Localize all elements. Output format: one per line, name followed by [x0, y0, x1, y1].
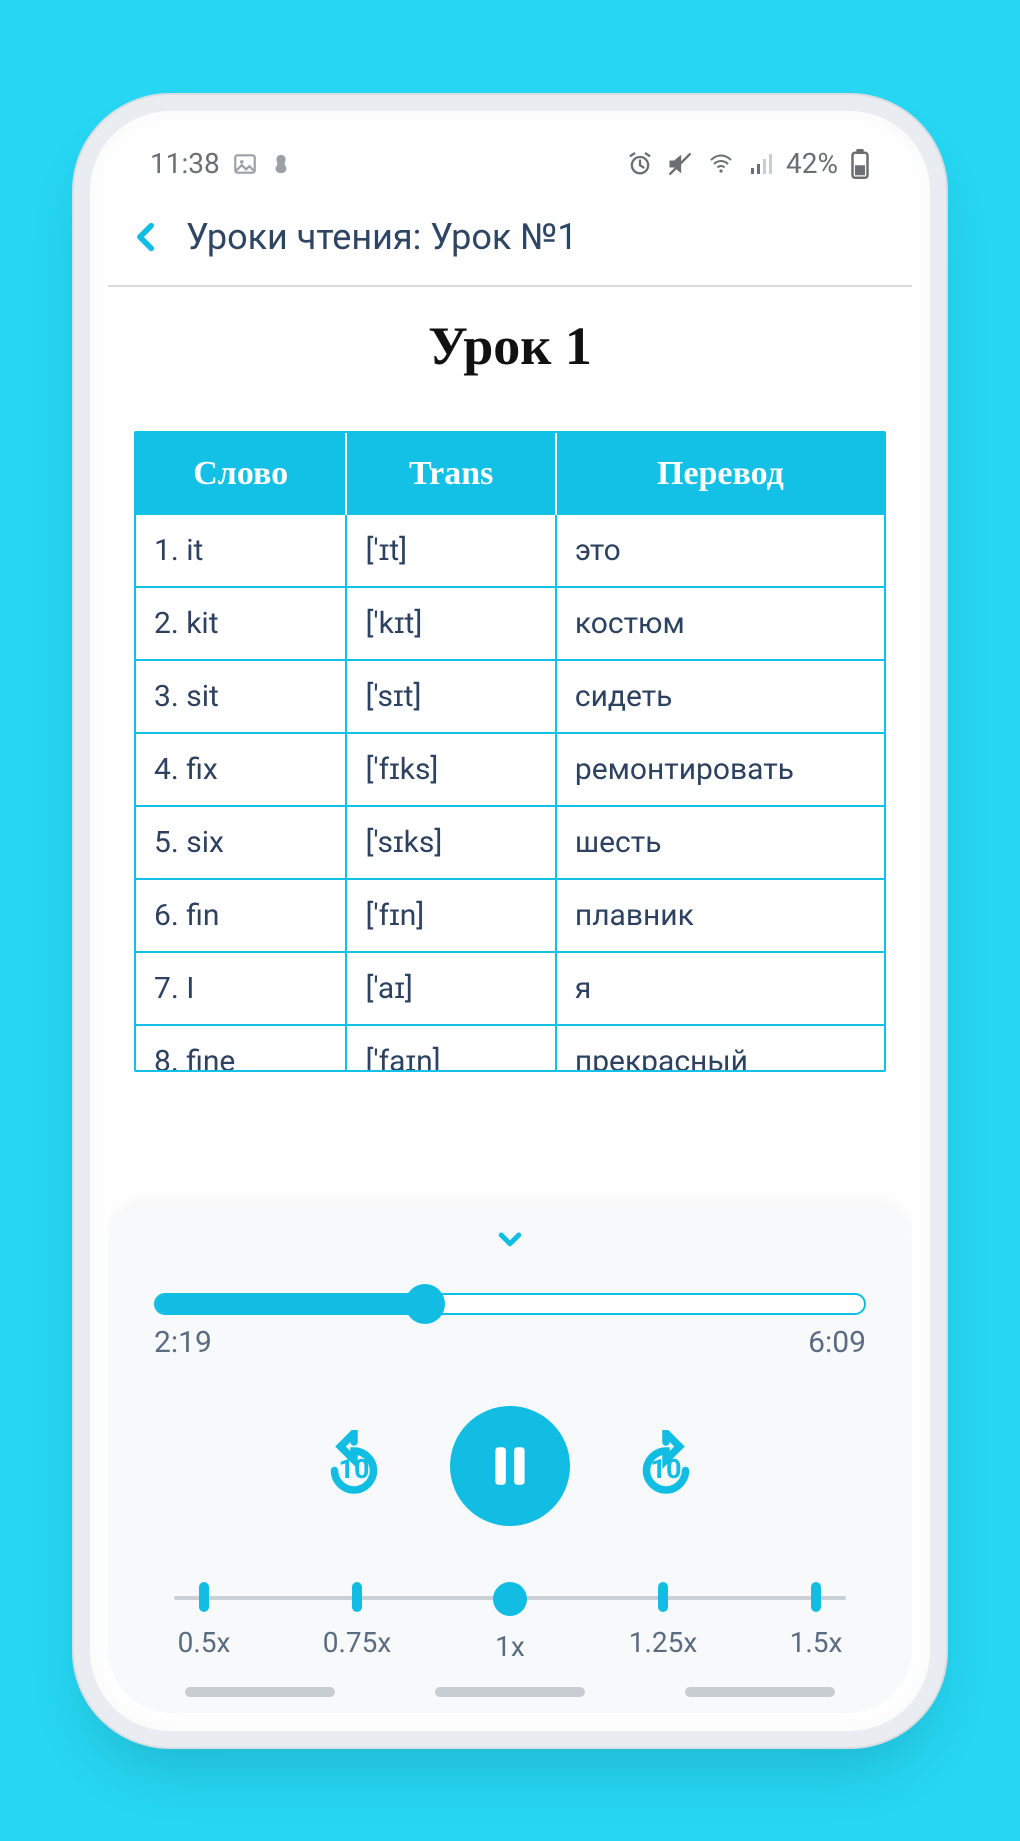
speed-label: 1x [495, 1630, 525, 1663]
cell-word: 8. fine [136, 1024, 345, 1070]
cell-word: 1. it [136, 515, 345, 586]
app-icon [270, 151, 292, 177]
alarm-icon [626, 150, 654, 178]
image-icon [232, 151, 258, 177]
app-header: Уроки чтения: Урок №1 [108, 199, 912, 287]
cell-trans: ['aɪ] [345, 951, 554, 1024]
audio-player-panel: 2:19 6:09 10 [108, 1207, 912, 1713]
cell-translation: ремонтировать [555, 732, 884, 805]
speed-tick-mark [493, 1582, 527, 1616]
cell-word: 6. fin [136, 878, 345, 951]
table-row: 2. kit['kɪt]костюм [136, 586, 884, 659]
seek-slider[interactable]: 2:19 6:09 [154, 1293, 866, 1360]
table-row: 3. sit['sɪt]сидеть [136, 659, 884, 732]
cell-trans: ['ɪt] [345, 515, 554, 586]
rewind-10-button[interactable]: 10 [318, 1430, 390, 1502]
nav-recent[interactable] [185, 1687, 335, 1697]
cell-trans: ['fɪks] [345, 732, 554, 805]
cell-trans: ['kɪt] [345, 586, 554, 659]
chevron-left-icon [130, 213, 164, 261]
table-row: 6. fin['fɪn]плавник [136, 878, 884, 951]
speed-option[interactable]: 1.5x [776, 1582, 856, 1663]
cell-trans: ['fɪn] [345, 878, 554, 951]
replay-10-icon: 10 [318, 1430, 390, 1502]
cell-translation: плавник [555, 878, 884, 951]
table-row: 1. it['ɪt]это [136, 515, 884, 586]
signal-icon [748, 152, 774, 176]
pause-icon [485, 1441, 535, 1491]
cell-trans: ['sɪks] [345, 805, 554, 878]
svg-text:10: 10 [339, 1453, 370, 1485]
speed-label: 0.5x [178, 1626, 231, 1659]
nav-home[interactable] [435, 1687, 585, 1697]
page-title: Уроки чтения: Урок №1 [186, 216, 578, 258]
cell-translation: сидеть [555, 659, 884, 732]
cell-translation: это [555, 515, 884, 586]
speed-option[interactable]: 0.75x [317, 1582, 397, 1663]
cell-translation: костюм [555, 586, 884, 659]
table-row: 5. six['sɪks]шесть [136, 805, 884, 878]
speed-tick-mark [352, 1582, 362, 1612]
speed-tick-mark [658, 1582, 668, 1612]
mute-icon [666, 150, 694, 178]
seek-track [154, 1293, 866, 1315]
cell-translation: прекрасный [555, 1024, 884, 1070]
speed-label: 1.25x [629, 1626, 697, 1659]
collapse-player-button[interactable] [154, 1225, 866, 1259]
speed-slider[interactable]: 0.5x 0.75x 1x 1.25x 1.5x [154, 1582, 866, 1663]
speed-tick-mark [811, 1582, 821, 1612]
cell-trans: ['faɪn] [345, 1024, 554, 1070]
screen: 11:38 42% Уроки чтения: Урок №1 Урок 1 [108, 129, 912, 1713]
nav-back[interactable] [685, 1687, 835, 1697]
wifi-icon [706, 152, 736, 176]
status-time: 11:38 [150, 147, 220, 180]
col-translation: Перевод [555, 433, 884, 515]
vocab-table: Слово Trans Перевод 1. it['ɪt]это2. kit[… [134, 431, 886, 1072]
content-area: Урок 1 Слово Trans Перевод 1. it['ɪt]это… [108, 287, 912, 1713]
speed-option[interactable]: 1.25x [623, 1582, 703, 1663]
speed-label: 0.75x [323, 1626, 391, 1659]
table-row: 4. fix['fɪks]ремонтировать [136, 732, 884, 805]
cell-word: 5. six [136, 805, 345, 878]
speed-tick-mark [199, 1582, 209, 1612]
speed-option[interactable]: 0.5x [164, 1582, 244, 1663]
col-word: Слово [136, 433, 345, 515]
seek-fill [156, 1295, 425, 1313]
col-trans: Trans [345, 433, 554, 515]
cell-word: 4. fix [136, 732, 345, 805]
back-button[interactable] [130, 213, 164, 261]
phone-frame: 11:38 42% Уроки чтения: Урок №1 Урок 1 [90, 111, 930, 1731]
cell-translation: я [555, 951, 884, 1024]
cell-translation: шесть [555, 805, 884, 878]
speed-option[interactable]: 1x [470, 1582, 550, 1663]
cell-word: 7. I [136, 951, 345, 1024]
player-controls: 10 10 [154, 1406, 866, 1526]
forward-10-icon: 10 [630, 1430, 702, 1502]
cell-word: 3. sit [136, 659, 345, 732]
seek-thumb[interactable] [405, 1284, 445, 1324]
total-time: 6:09 [808, 1325, 866, 1360]
cell-word: 2. kit [136, 586, 345, 659]
forward-10-button[interactable]: 10 [630, 1430, 702, 1502]
svg-text:10: 10 [651, 1453, 682, 1485]
battery-icon [850, 149, 870, 179]
speed-label: 1.5x [790, 1626, 843, 1659]
chevron-down-icon [488, 1225, 532, 1255]
pause-button[interactable] [450, 1406, 570, 1526]
status-bar: 11:38 42% [108, 129, 912, 199]
elapsed-time: 2:19 [154, 1325, 212, 1360]
table-row: 7. I['aɪ]я [136, 951, 884, 1024]
android-nav-bar [108, 1687, 912, 1697]
table-header-row: Слово Trans Перевод [136, 433, 884, 515]
table-row: 8. fine['faɪn]прекрасный [136, 1024, 884, 1070]
lesson-title: Урок 1 [108, 315, 912, 377]
cell-trans: ['sɪt] [345, 659, 554, 732]
status-battery-text: 42% [786, 147, 838, 180]
